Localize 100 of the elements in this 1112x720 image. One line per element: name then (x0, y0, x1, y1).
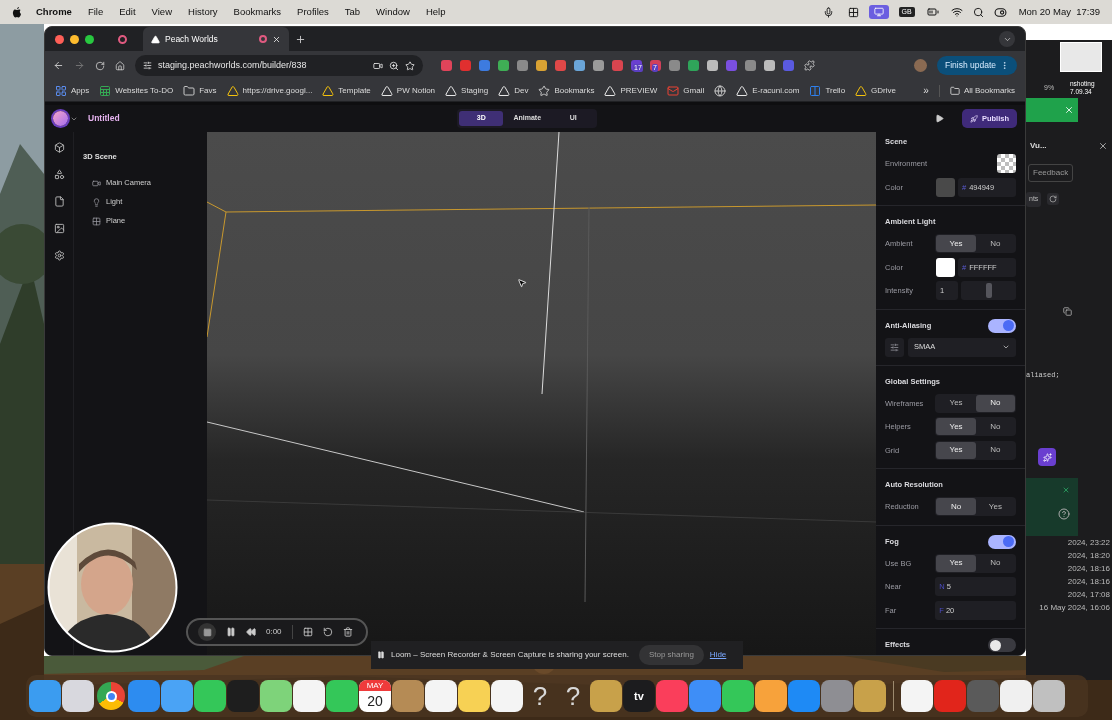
unknown-app-icon[interactable]: ? (524, 680, 556, 712)
new-tab-icon[interactable] (295, 33, 306, 45)
settings-icon[interactable] (53, 250, 65, 261)
help-icon[interactable] (1058, 508, 1070, 520)
color-swatch[interactable] (936, 257, 955, 277)
menu-item[interactable]: Edit (119, 4, 136, 20)
bookmark[interactable]: PREVIEW (604, 84, 658, 97)
apple-logo-icon[interactable] (12, 6, 22, 18)
rewind-icon[interactable] (246, 627, 256, 637)
battery-icon[interactable] (924, 6, 941, 18)
tv-app-icon[interactable]: tv (623, 680, 655, 712)
browser-tab[interactable]: Peach Worlds (143, 27, 289, 51)
app-icon[interactable] (722, 680, 754, 712)
close-icon[interactable] (1098, 141, 1108, 151)
refresh-button[interactable] (1047, 193, 1060, 206)
menu-bar-clock[interactable]: Mon 20 May 17:39 (1018, 4, 1100, 20)
status-icon[interactable] (847, 6, 859, 18)
app-icon[interactable] (194, 680, 226, 712)
toggle-switch[interactable] (988, 638, 1016, 652)
option-button[interactable]: Yes (936, 554, 976, 572)
bookmark[interactable]: Gmail (667, 84, 705, 97)
close-window-button[interactable] (55, 34, 64, 44)
option-button[interactable]: No (975, 418, 1015, 436)
browser-app-icon[interactable] (95, 680, 127, 712)
toggle-switch[interactable] (988, 318, 1016, 333)
color-swatch[interactable] (936, 177, 955, 197)
extension-icon[interactable] (764, 60, 775, 71)
extension-icon[interactable] (441, 60, 452, 71)
minimize-window-button[interactable] (70, 34, 79, 44)
wifi-icon[interactable] (950, 6, 963, 18)
app-menu[interactable]: Chrome (36, 4, 72, 20)
address-bar[interactable]: staging.peachworlds.com/builder/838 (135, 55, 423, 76)
slider-thumb[interactable] (985, 283, 992, 299)
extension-icon[interactable] (669, 60, 680, 71)
image-icon[interactable] (53, 223, 65, 234)
screen-share-icon[interactable] (868, 5, 889, 19)
app-icon[interactable] (590, 680, 622, 712)
bookmark[interactable]: Favs (183, 84, 217, 97)
forward-icon[interactable] (74, 60, 85, 71)
search-icon[interactable] (972, 6, 984, 18)
calendar-app-icon[interactable]: MAY 20 (359, 680, 391, 712)
bookmark[interactable]: PW Notion (380, 84, 436, 97)
extension-icon[interactable] (479, 60, 490, 71)
settings-sliders-button[interactable] (885, 337, 904, 357)
all-bookmarks-button[interactable]: All Bookmarks (949, 84, 1015, 97)
app-icon[interactable] (901, 680, 933, 712)
add-cube-icon[interactable] (53, 142, 65, 153)
delete-icon[interactable] (342, 627, 353, 637)
zoom-window-button[interactable] (85, 34, 94, 44)
menu-item[interactable]: File (87, 4, 104, 20)
extension-icon[interactable] (612, 60, 623, 71)
option-button[interactable]: No (975, 554, 1015, 572)
menu-item[interactable]: View (151, 4, 172, 20)
finish-update-button[interactable]: Finish update (936, 56, 1017, 75)
file-icon[interactable] (53, 196, 65, 207)
option-button[interactable]: No (975, 394, 1015, 412)
app-icon[interactable] (1000, 680, 1032, 712)
site-settings-icon[interactable] (143, 61, 152, 70)
app-icon[interactable] (425, 680, 457, 712)
bookmark[interactable]: Staging (445, 84, 489, 97)
grid-icon[interactable] (302, 627, 313, 637)
more-bookmarks-button[interactable]: » (923, 83, 929, 98)
bookmark[interactable]: GDrive (855, 84, 896, 97)
app-icon[interactable] (326, 680, 358, 712)
app-icon[interactable] (293, 680, 325, 712)
app-icon[interactable] (1033, 680, 1065, 712)
slider-track[interactable] (961, 281, 1016, 301)
extension-icon[interactable] (460, 60, 471, 71)
bookmark[interactable]: Template (322, 84, 371, 97)
control-center-icon[interactable] (993, 5, 1007, 19)
option-button[interactable]: No (975, 235, 1015, 253)
close-icon[interactable] (1062, 486, 1070, 494)
option-button[interactable]: Yes (936, 418, 976, 436)
close-icon[interactable] (272, 34, 281, 44)
bookmark[interactable]: Bookmarks (538, 84, 595, 97)
menu-item[interactable]: Window (376, 4, 410, 20)
bookmark[interactable]: Apps (55, 84, 90, 97)
extension-icon[interactable] (517, 60, 528, 71)
menu-item[interactable]: Profiles (297, 4, 329, 20)
option-button[interactable]: Yes (936, 441, 976, 459)
option-button[interactable]: No (936, 498, 976, 516)
app-icon[interactable] (755, 680, 787, 712)
screenshot-thumbnail[interactable] (1060, 42, 1102, 72)
bookmark[interactable]: E-racuni.com (736, 84, 800, 97)
camera-icon[interactable] (373, 60, 383, 71)
unknown-app-icon[interactable]: ? (557, 680, 589, 712)
app-icon[interactable] (260, 680, 292, 712)
app-icon[interactable] (458, 680, 490, 712)
extensions-icon[interactable] (804, 60, 815, 71)
bookmark[interactable] (714, 84, 727, 97)
home-icon[interactable] (115, 60, 125, 71)
microphone-icon[interactable] (822, 6, 834, 18)
hide-link[interactable]: Hide (709, 649, 727, 661)
bookmark[interactable]: https://drive.googl... (226, 84, 313, 97)
option-button[interactable]: Yes (975, 498, 1015, 516)
extension-icon[interactable] (593, 60, 604, 71)
option-button[interactable]: Yes (936, 235, 976, 253)
components-icon[interactable] (53, 169, 65, 180)
zoom-icon[interactable] (389, 60, 399, 71)
toggle-switch[interactable] (988, 534, 1016, 549)
